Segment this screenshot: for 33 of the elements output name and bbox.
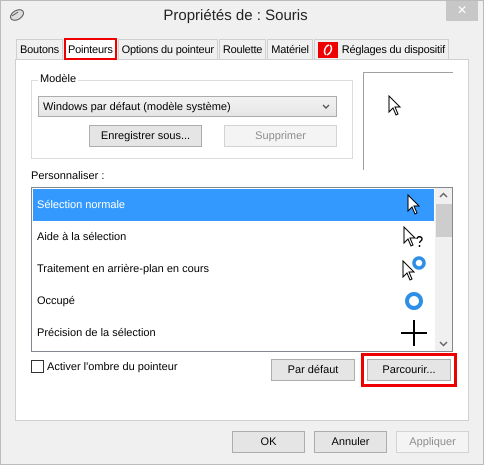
- checkbox[interactable]: [31, 360, 44, 373]
- cursor-list-item[interactable]: Aide à la sélection: [33, 221, 434, 253]
- cursor-list-item[interactable]: Occupé: [33, 285, 434, 317]
- cursor-list-item[interactable]: Traitement en arrière-plan en cours: [33, 253, 434, 285]
- pointer-busy-icon: [402, 256, 426, 282]
- tab[interactable]: Roulette: [218, 39, 266, 59]
- tab[interactable]: Pointeurs: [64, 38, 117, 60]
- tab[interactable]: Boutons: [16, 39, 63, 59]
- tab[interactable]: Matériel: [267, 39, 313, 59]
- window-title: Propriétés de : Souris: [162, 7, 309, 24]
- tab[interactable]: Réglages du dispositif: [314, 39, 449, 59]
- cursor-list-item[interactable]: Précision de la sélection: [33, 317, 434, 349]
- tab[interactable]: Options du pointeur: [118, 39, 218, 59]
- pointer-icon: [407, 194, 421, 216]
- scroll-down-icon[interactable]: [439, 341, 448, 347]
- mouse-icon: [9, 7, 25, 21]
- scroll-up-icon[interactable]: [439, 192, 448, 198]
- dialog-button[interactable]: OK: [232, 431, 305, 453]
- scheme-dropdown[interactable]: Windows par défaut (modèle système): [38, 96, 337, 117]
- dialog-button[interactable]: Annuler: [314, 431, 387, 453]
- crosshair-icon: [401, 320, 427, 346]
- pointer-question-icon: [403, 226, 425, 248]
- list-button[interactable]: Parcourir...: [361, 353, 457, 387]
- group-label: Modèle: [38, 73, 78, 85]
- scheme-button[interactable]: Enregistrer sous...: [89, 125, 202, 147]
- scrollbar-thumb[interactable]: [436, 204, 452, 237]
- scrollbar[interactable]: [435, 188, 452, 351]
- checkbox-label: Activer l'ombre du pointeur: [47, 360, 178, 372]
- caret-icon: [322, 104, 330, 109]
- list-button[interactable]: Par défaut: [271, 359, 355, 381]
- pointer-icon: [388, 95, 402, 117]
- busy-ring-icon: [404, 291, 424, 311]
- customize-label: Personnaliser :: [31, 170, 106, 184]
